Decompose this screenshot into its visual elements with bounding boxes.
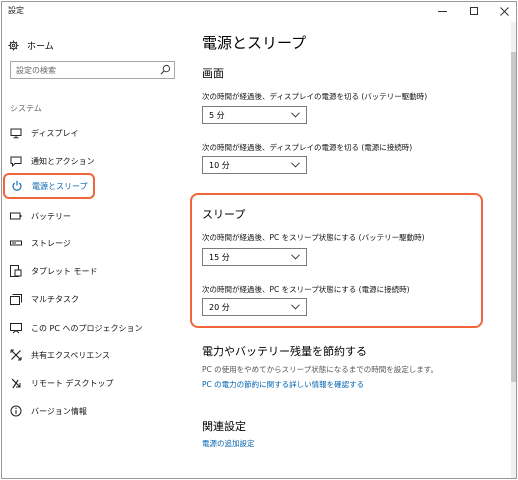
additional-power-settings-link[interactable]: 電源の追加設定 [202,438,255,449]
projection-icon [10,322,22,334]
search-input[interactable] [11,62,159,78]
section-label: システム [10,104,42,113]
close-button[interactable] [490,2,518,20]
sidebar-item-multitasking[interactable]: マルチタスク [6,288,182,310]
screen-battery-dropdown[interactable]: 5 分 [202,106,307,124]
chevron-down-icon [291,112,300,118]
scrollbar[interactable] [511,22,516,478]
storage-icon [10,237,22,249]
home-label: ホーム [27,41,54,52]
sidebar: ホーム システム ディスプレイ 通知とアクション [2,20,184,478]
screen-plugged-dropdown[interactable]: 10 分 [202,156,307,174]
remote-desktop-icon [10,377,22,389]
screen-battery-label: 次の時間が経過後、ディスプレイの電源を切る (バッテリー駆動時) [202,92,428,101]
page-title: 電源とスリープ [202,34,307,52]
notification-icon [10,155,22,167]
minimize-icon [437,10,447,12]
sidebar-item-shared-experience[interactable]: 共有エクスペリエンス [6,344,182,366]
title-bar: 設定 [2,2,516,20]
screen-heading: 画面 [202,67,224,80]
home-link[interactable]: ホーム [8,36,54,54]
sidebar-item-projection[interactable]: この PC へのプロジェクション [6,317,182,339]
sidebar-item-about[interactable]: バージョン情報 [6,400,182,422]
sidebar-item-label: バッテリー [31,211,71,221]
sleep-highlight-frame [190,193,483,328]
sidebar-item-label: リモート デスクトップ [31,378,114,388]
save-power-heading: 電力やバッテリー残量を節約する [202,345,367,358]
sidebar-item-power-sleep[interactable]: 電源とスリープ [3,173,95,199]
sidebar-item-label: タブレット モード [31,266,98,276]
sidebar-item-label: 電源とスリープ [32,181,88,191]
info-icon [10,405,22,417]
save-power-link[interactable]: PC の電力の節約に関する詳しい情報を確認する [202,379,364,390]
shared-experience-icon [10,349,22,361]
power-icon [11,180,23,192]
close-icon [499,6,509,16]
tablet-mode-icon [10,265,22,277]
gear-icon [8,39,19,51]
minimize-button[interactable] [428,2,456,20]
scrollbar-thumb[interactable] [511,52,516,382]
related-settings-heading: 関連設定 [202,420,246,433]
chevron-down-icon [291,162,300,168]
sidebar-item-notifications[interactable]: 通知とアクション [6,150,182,172]
sidebar-item-label: この PC へのプロジェクション [31,323,143,333]
search-box[interactable] [10,61,175,79]
display-icon [10,127,22,139]
screen-plugged-label: 次の時間が経過後、ディスプレイの電源を切る (電源に接続時) [202,143,413,152]
battery-icon [10,210,22,222]
sidebar-item-label: 共有エクスペリエンス [31,350,111,360]
sidebar-item-storage[interactable]: ストレージ [6,232,182,254]
sidebar-item-label: 通知とアクション [31,156,95,166]
sidebar-item-label: マルチタスク [31,294,79,304]
sidebar-item-label: バージョン情報 [31,406,87,416]
sidebar-item-label: ディスプレイ [31,128,79,138]
window-title: 設定 [8,6,24,15]
sidebar-item-remote-desktop[interactable]: リモート デスクトップ [6,372,182,394]
save-power-description: PC の使用をやめてからスリープ状態になるまでの時間を設定します。 [202,365,438,374]
sidebar-item-label: ストレージ [31,238,71,248]
dropdown-value: 5 分 [209,111,225,120]
sidebar-item-battery[interactable]: バッテリー [6,205,182,227]
dropdown-value: 10 分 [209,161,230,170]
maximize-button[interactable] [460,2,488,20]
sidebar-item-tablet-mode[interactable]: タブレット モード [6,260,182,282]
search-icon [160,64,171,75]
multitasking-icon [10,293,22,305]
sidebar-item-display[interactable]: ディスプレイ [6,122,182,144]
maximize-icon [470,7,478,15]
